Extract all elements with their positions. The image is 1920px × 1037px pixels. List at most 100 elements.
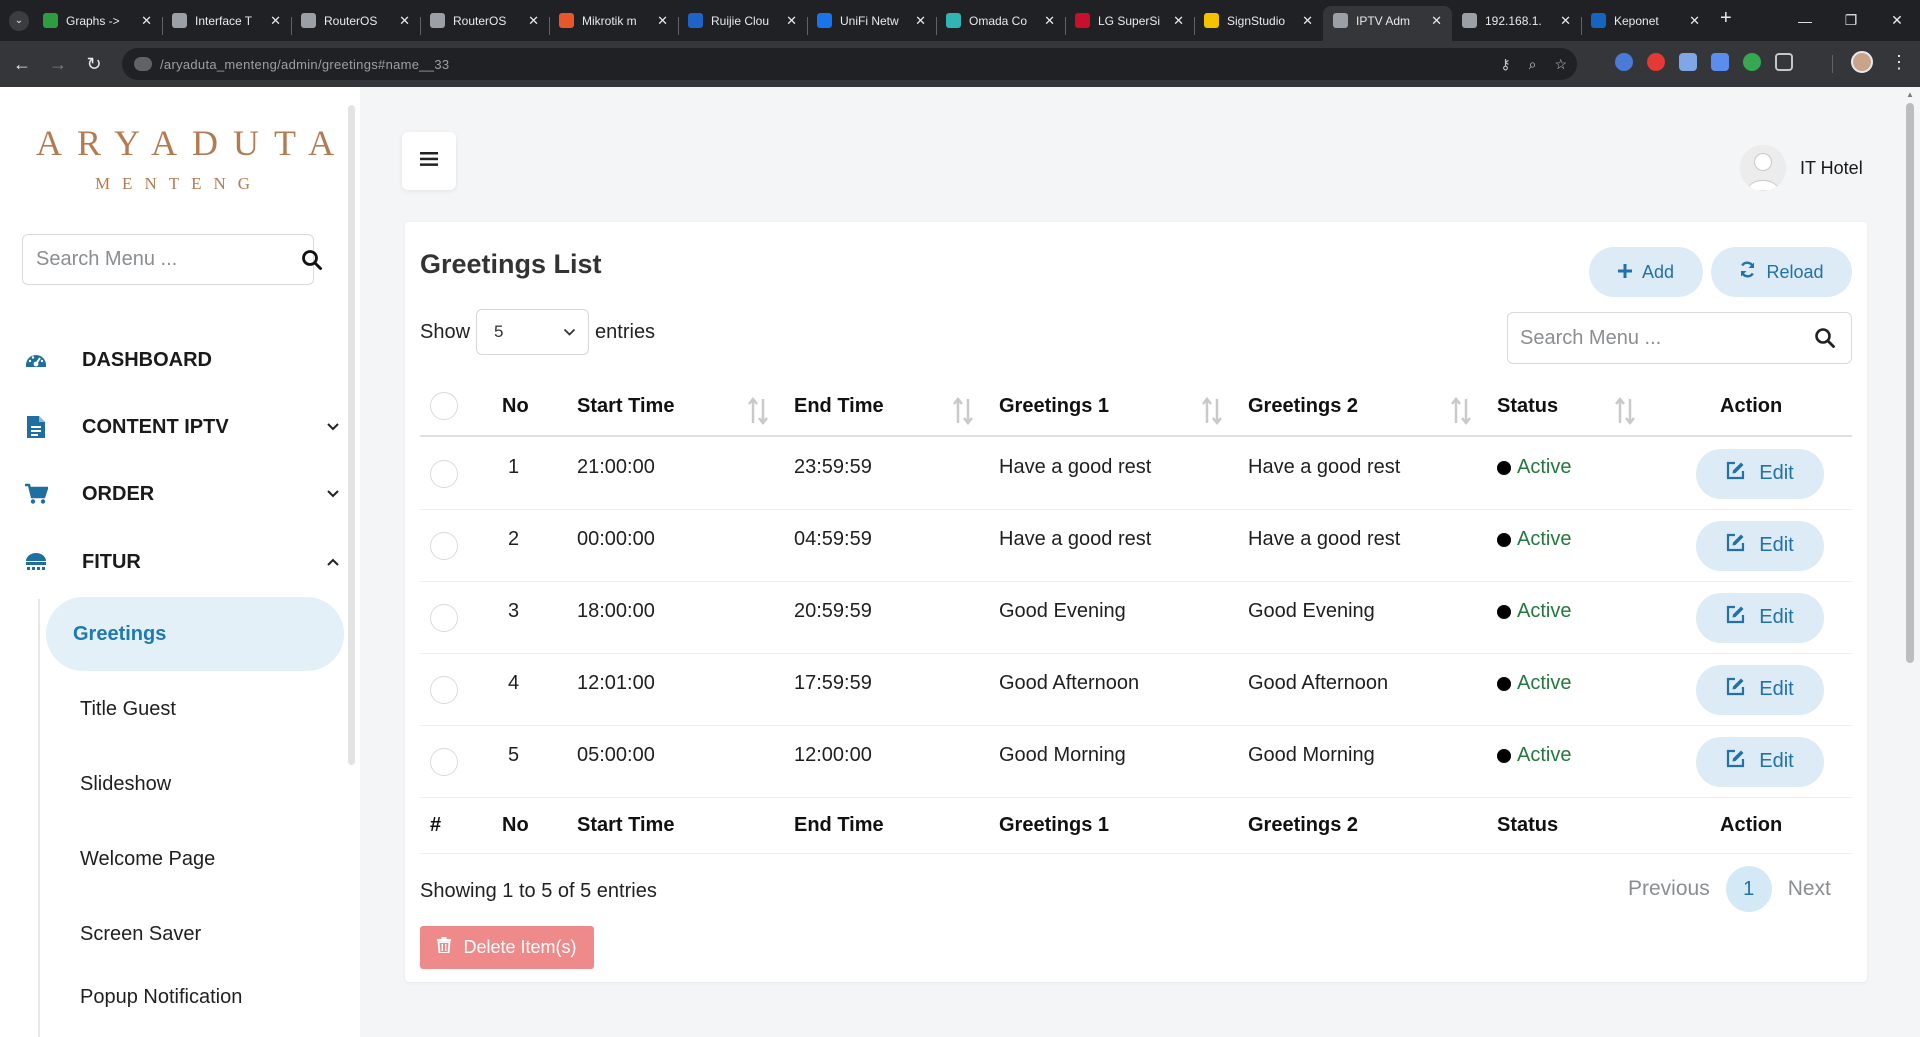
scroll-up-arrow[interactable]: ▲ — [1905, 90, 1915, 100]
pagination-previous[interactable]: Previous — [1614, 877, 1724, 901]
browser-menu-icon[interactable]: ⋮ — [1890, 52, 1908, 73]
sidebar-toggle-button[interactable] — [402, 132, 456, 190]
add-button[interactable]: Add — [1589, 247, 1703, 297]
col-header-start-time[interactable]: Start Time — [577, 377, 674, 435]
page-scrollbar[interactable] — [1906, 103, 1914, 663]
tab-close-icon[interactable]: ✕ — [1560, 13, 1571, 29]
browser-tab[interactable]: RouterOS ✕ — [420, 6, 549, 41]
sort-icon[interactable] — [1614, 396, 1636, 426]
tab-close-icon[interactable]: ✕ — [1689, 13, 1700, 29]
tab-search-button[interactable]: ⌄ — [9, 10, 29, 31]
sort-icon[interactable] — [747, 396, 769, 426]
edit-button[interactable]: Edit — [1696, 736, 1824, 787]
row-checkbox[interactable] — [430, 675, 458, 704]
pagination-page-1[interactable]: 1 — [1725, 866, 1772, 912]
sort-icon[interactable] — [1201, 396, 1223, 426]
cell-action: Edit — [1696, 726, 1824, 797]
tab-close-icon[interactable]: ✕ — [399, 13, 410, 29]
browser-tab[interactable]: SignStudio ✕ — [1194, 6, 1323, 41]
delete-items-button[interactable]: Delete Item(s) — [420, 926, 594, 969]
browser-tab[interactable]: Graphs -> ✕ — [33, 6, 162, 41]
back-button[interactable]: ← — [8, 50, 36, 78]
omnibox-actions: ⚷ ⌕ ☆ — [1500, 56, 1567, 73]
select-all-checkbox[interactable] — [430, 392, 458, 420]
search-icon[interactable] — [301, 249, 323, 271]
row-checkbox[interactable] — [430, 531, 458, 560]
col-header-greetings-2[interactable]: Greetings 2 — [1248, 377, 1358, 435]
tab-close-icon[interactable]: ✕ — [1044, 13, 1055, 29]
zoom-icon[interactable]: ⌕ — [1529, 56, 1537, 73]
maximize-button[interactable]: ❐ — [1828, 0, 1874, 41]
edit-button[interactable]: Edit — [1696, 520, 1824, 571]
sidebar-item-fitur[interactable]: FITUR — [24, 542, 340, 582]
sort-icon[interactable] — [1450, 396, 1472, 426]
tab-close-icon[interactable]: ✕ — [270, 13, 281, 29]
sidebar-item-welcome-page[interactable]: Welcome Page — [46, 822, 344, 896]
browser-tab[interactable]: 192.168.1. ✕ — [1452, 6, 1581, 41]
sidebar-item-popup-notification[interactable]: Popup Notification — [46, 960, 344, 1034]
sidebar-item-dashboard[interactable]: DASHBOARD — [24, 340, 340, 380]
key-icon[interactable]: ⚷ — [1500, 56, 1510, 73]
col-header-greetings-1[interactable]: Greetings 1 — [999, 377, 1109, 435]
tab-close-icon[interactable]: ✕ — [786, 13, 797, 29]
row-checkbox[interactable] — [430, 603, 458, 632]
edit-button[interactable]: Edit — [1696, 448, 1824, 499]
site-info-icon[interactable] — [134, 57, 152, 71]
hotel-logo[interactable]: ARYADUTA MENTENG — [20, 122, 334, 194]
browser-tab[interactable]: Interface T ✕ — [162, 6, 291, 41]
tab-close-icon[interactable]: ✕ — [1431, 13, 1442, 29]
profile-avatar[interactable] — [1851, 51, 1873, 73]
close-window-button[interactable]: ✕ — [1874, 0, 1920, 41]
col-header-end-time[interactable]: End Time — [794, 377, 884, 435]
browser-tab[interactable]: IPTV Adm ✕ — [1323, 6, 1452, 41]
minimize-button[interactable]: — — [1782, 0, 1828, 41]
bookmark-star-icon[interactable]: ☆ — [1554, 56, 1567, 73]
sidebar-item-greetings[interactable]: Greetings — [46, 597, 344, 671]
sidebar-scrollbar[interactable] — [348, 105, 355, 765]
edit-button[interactable]: Edit — [1696, 592, 1824, 643]
browser-tab[interactable]: Ruijie Clou ✕ — [678, 6, 807, 41]
address-bar[interactable]: /aryaduta_menteng/admin/greetings#name__… — [122, 48, 1577, 80]
sidebar-item-content-iptv[interactable]: CONTENT IPTV — [24, 407, 340, 447]
extensions-puzzle-icon[interactable] — [1775, 53, 1793, 71]
sidebar-item-title-guest[interactable]: Title Guest — [46, 672, 344, 746]
cloud-extension-icon[interactable] — [1615, 53, 1633, 71]
tab-favicon-icon — [301, 13, 316, 28]
user-menu[interactable]: IT Hotel — [1740, 145, 1863, 191]
tab-favicon-icon — [1333, 13, 1348, 28]
browser-tab[interactable]: UniFi Netw ✕ — [807, 6, 936, 41]
tab-close-icon[interactable]: ✕ — [1302, 13, 1313, 29]
reload-button[interactable]: Reload — [1711, 247, 1852, 297]
edit-button[interactable]: Edit — [1696, 664, 1824, 715]
row-checkbox[interactable] — [430, 747, 458, 776]
tab-close-icon[interactable]: ✕ — [657, 13, 668, 29]
tab-close-icon[interactable]: ✕ — [1173, 13, 1184, 29]
shield-extension-icon[interactable] — [1679, 53, 1697, 71]
browser-tab[interactable]: Mikrotik m ✕ — [549, 6, 678, 41]
table-search-input[interactable] — [1508, 313, 1799, 363]
row-checkbox[interactable] — [430, 459, 458, 488]
translate-extension-icon[interactable] — [1711, 53, 1729, 71]
search-icon[interactable] — [1799, 327, 1851, 349]
tab-close-icon[interactable]: ✕ — [141, 13, 152, 29]
browser-tab[interactable]: RouterOS ✕ — [291, 6, 420, 41]
red-extension-icon[interactable] — [1647, 53, 1665, 71]
sidebar-item-label: ORDER — [82, 482, 155, 505]
tab-close-icon[interactable]: ✕ — [528, 13, 539, 29]
green-extension-icon[interactable] — [1743, 53, 1761, 71]
new-tab-button[interactable]: + — [1720, 7, 1732, 30]
sidebar-search-input[interactable] — [23, 235, 301, 284]
browser-tab[interactable]: LG SuperSi ✕ — [1065, 6, 1194, 41]
reload-page-button[interactable]: ↻ — [80, 50, 108, 78]
sidebar-item-order[interactable]: ORDER — [24, 474, 340, 514]
col-header-status[interactable]: Status — [1497, 377, 1558, 435]
page-size-select[interactable]: 5 — [476, 309, 590, 355]
col-header-no[interactable]: No — [502, 377, 529, 435]
tab-close-icon[interactable]: ✕ — [915, 13, 926, 29]
browser-tab[interactable]: Omada Co ✕ — [936, 6, 1065, 41]
forward-button[interactable]: → — [44, 50, 72, 78]
browser-tab[interactable]: Keponet ✕ — [1581, 6, 1710, 41]
pagination-next[interactable]: Next — [1774, 877, 1845, 901]
sidebar-item-slideshow[interactable]: Slideshow — [46, 747, 344, 821]
sort-icon[interactable] — [952, 396, 974, 426]
